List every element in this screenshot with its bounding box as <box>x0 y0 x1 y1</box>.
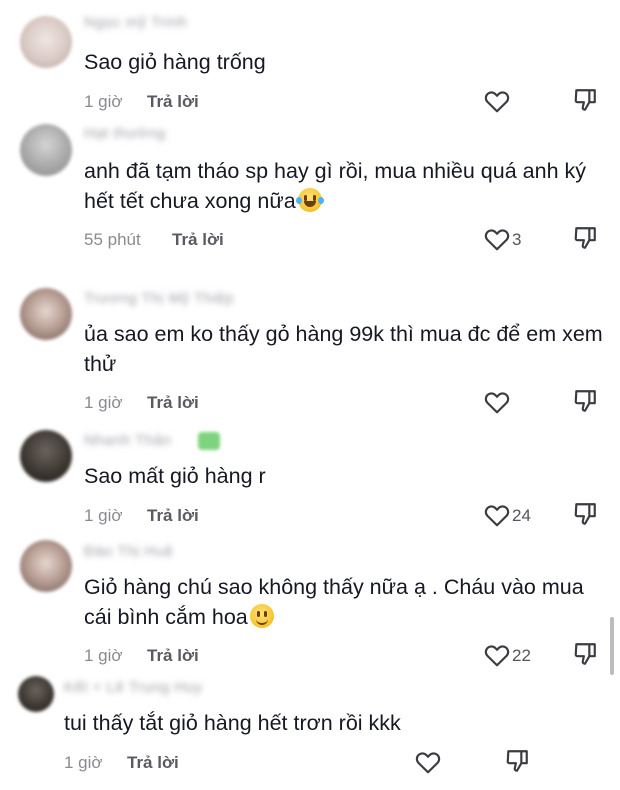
dislike-icon[interactable] <box>572 501 598 527</box>
comment-text: tui thấy tắt giỏ hàng hết trơn rồi kkk <box>64 711 401 735</box>
comment-text-body: anh đã tạm tháo sp hay gì rồi, mua nhiều… <box>84 159 592 213</box>
reply-button[interactable]: Trả lời <box>172 230 224 250</box>
avatar[interactable] <box>18 676 54 712</box>
heart-icon[interactable] <box>484 643 510 667</box>
dislike-icon[interactable] <box>572 388 598 414</box>
comment-text: ủa sao em ko thấy gỏ hàng 99k thì mua đc… <box>84 322 609 376</box>
dislike-icon[interactable] <box>504 748 530 774</box>
username[interactable]: Ngọc mỹ Trinh <box>84 14 187 31</box>
username[interactable]: Hạt thường <box>84 125 166 142</box>
heart-icon[interactable] <box>415 750 441 774</box>
comment-time: 1 giờ <box>84 506 123 525</box>
avatar[interactable] <box>20 540 72 592</box>
reply-button[interactable]: Trả lời <box>127 753 179 773</box>
avatar[interactable] <box>20 288 72 340</box>
comment-text-body: Giỏ hàng chú sao không thấy nữa ạ . Cháu… <box>84 575 590 629</box>
scrollbar[interactable] <box>610 617 614 675</box>
username[interactable]: Kết + Lê Trung Huy <box>64 679 203 696</box>
username[interactable]: Trương Thị Mỹ Thiệp <box>84 290 234 307</box>
comment-time: 1 giờ <box>64 753 103 772</box>
reply-button[interactable]: Trả lời <box>147 506 199 526</box>
comment-time: 55 phút <box>84 230 141 249</box>
dislike-icon[interactable] <box>572 87 598 113</box>
comment-text: Giỏ hàng chú sao không thấy nữa ạ . Cháu… <box>84 572 594 632</box>
comment-text: anh đã tạm tháo sp hay gì rồi, mua nhiều… <box>84 156 609 216</box>
like-count: 22 <box>512 646 531 665</box>
heart-icon[interactable] <box>484 503 510 527</box>
heart-icon[interactable] <box>484 89 510 113</box>
like-count: 24 <box>512 506 531 525</box>
username[interactable]: Nhanh Thân <box>84 432 171 449</box>
username[interactable]: Đào Thị Huệ <box>84 543 173 560</box>
heart-icon[interactable] <box>484 390 510 414</box>
dislike-icon[interactable] <box>572 225 598 251</box>
comment-text: Sao mất giỏ hàng r <box>84 464 266 488</box>
dislike-icon[interactable] <box>572 641 598 667</box>
heart-icon[interactable] <box>484 227 510 251</box>
badge-icon <box>198 432 220 450</box>
avatar[interactable] <box>20 16 72 68</box>
slightly-smiling-face-icon <box>249 604 274 628</box>
avatar[interactable] <box>20 430 72 482</box>
comment-time: 1 giờ <box>84 393 123 412</box>
comment-text: Sao giỏ hàng trống <box>84 50 266 74</box>
like-count: 3 <box>512 230 522 249</box>
reply-button[interactable]: Trả lời <box>147 92 199 112</box>
reply-button[interactable]: Trả lời <box>147 646 199 666</box>
comment-time: 1 giờ <box>84 92 123 111</box>
avatar[interactable] <box>20 124 72 176</box>
face-with-tears-of-joy-icon <box>295 188 324 212</box>
comment-time: 1 giờ <box>84 646 123 665</box>
reply-button[interactable]: Trả lời <box>147 393 199 413</box>
